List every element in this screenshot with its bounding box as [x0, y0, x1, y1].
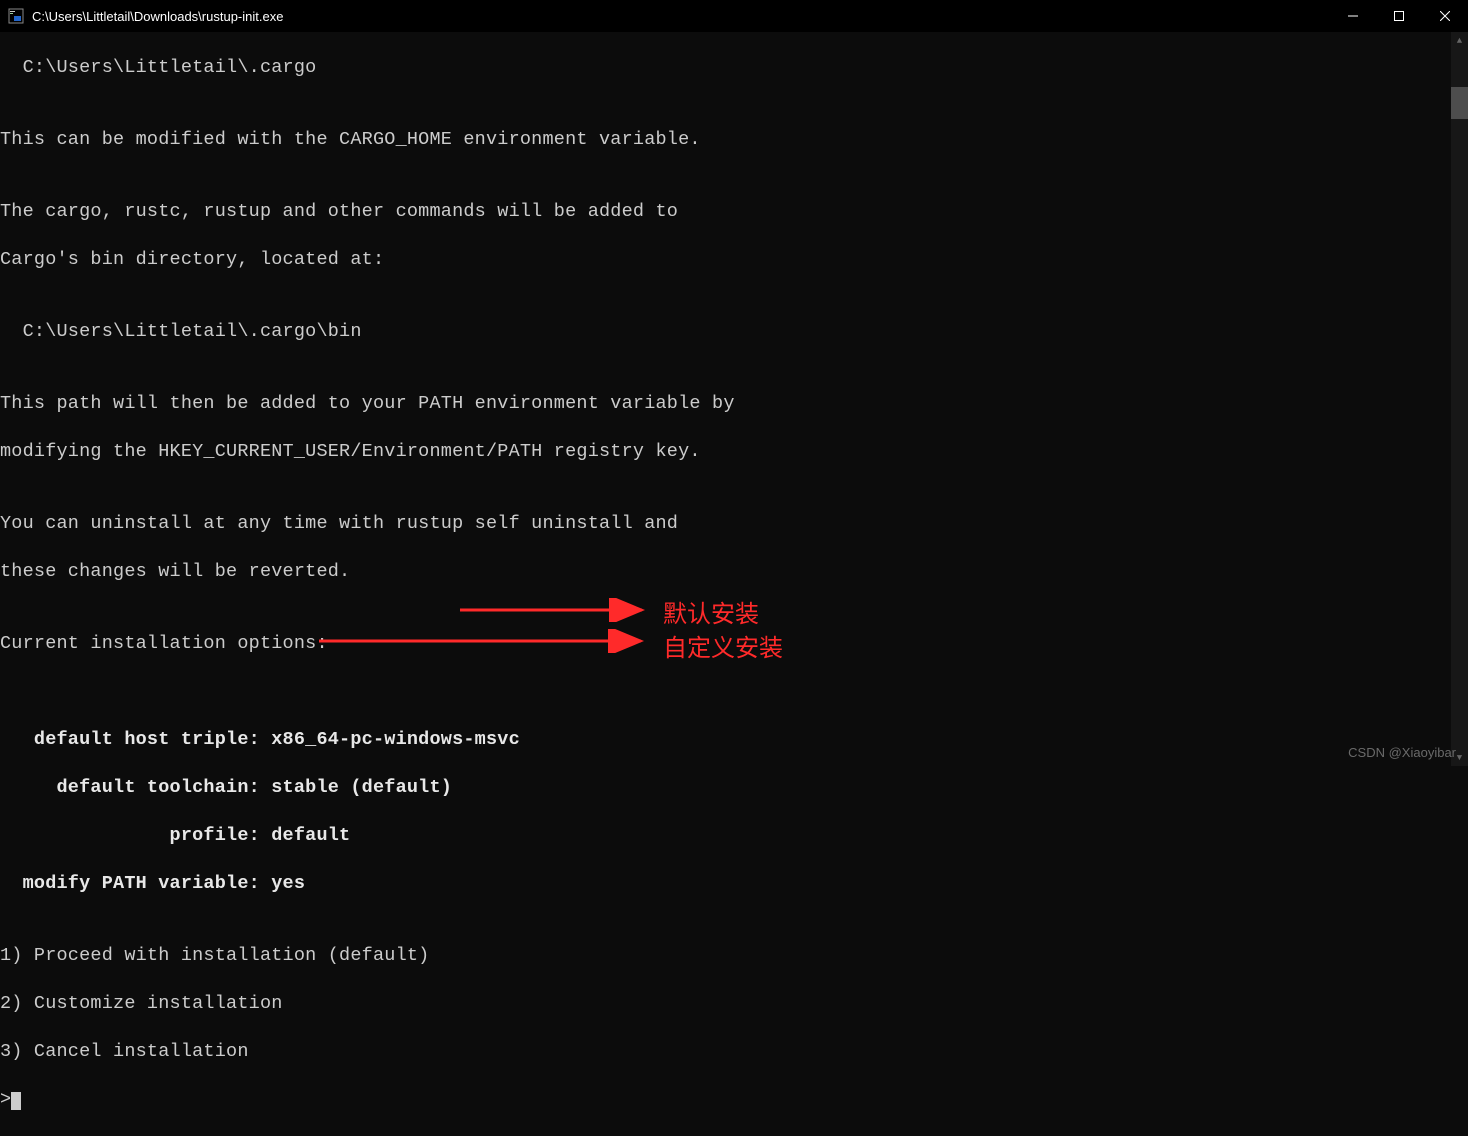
window-controls: [1330, 0, 1468, 32]
scrollbar-thumb[interactable]: [1451, 87, 1468, 119]
terminal-line: these changes will be reverted.: [0, 560, 1468, 584]
maximize-button[interactable]: [1376, 0, 1422, 32]
prompt-char: >: [0, 1089, 11, 1110]
choice-proceed: 1) Proceed with installation (default): [0, 944, 1468, 968]
terminal-output[interactable]: C:\Users\Littletail\.cargo This can be m…: [0, 32, 1468, 766]
choice-cancel: 3) Cancel installation: [0, 1040, 1468, 1064]
terminal-line: The cargo, rustc, rustup and other comma…: [0, 200, 1468, 224]
install-option-host-triple: default host triple: x86_64-pc-windows-m…: [0, 728, 1468, 752]
choice-customize: 2) Customize installation: [0, 992, 1468, 1016]
terminal-line: This path will then be added to your PAT…: [0, 392, 1468, 416]
window-title: C:\Users\Littletail\Downloads\rustup-ini…: [32, 9, 283, 24]
terminal-line: modifying the HKEY_CURRENT_USER/Environm…: [0, 440, 1468, 464]
terminal-line: This can be modified with the CARGO_HOME…: [0, 128, 1468, 152]
window-titlebar: C:\Users\Littletail\Downloads\rustup-ini…: [0, 0, 1468, 32]
prompt-line[interactable]: >: [0, 1088, 1468, 1112]
terminal-line: C:\Users\Littletail\.cargo: [0, 56, 1468, 80]
terminal-line: You can uninstall at any time with rustu…: [0, 512, 1468, 536]
install-option-toolchain: default toolchain: stable (default): [0, 776, 1468, 800]
install-option-modify-path: modify PATH variable: yes: [0, 872, 1468, 896]
app-icon: [8, 8, 24, 24]
scrollbar[interactable]: ▲ ▼: [1451, 32, 1468, 766]
minimize-button[interactable]: [1330, 0, 1376, 32]
scrollbar-up-icon[interactable]: ▲: [1451, 32, 1468, 49]
close-button[interactable]: [1422, 0, 1468, 32]
terminal-line: Cargo's bin directory, located at:: [0, 248, 1468, 272]
cursor: [11, 1092, 21, 1110]
terminal-line: Current installation options:: [0, 632, 1468, 656]
install-option-profile: profile: default: [0, 824, 1468, 848]
terminal-line: C:\Users\Littletail\.cargo\bin: [0, 320, 1468, 344]
watermark: CSDN @Xiaoyibar: [1348, 745, 1456, 760]
